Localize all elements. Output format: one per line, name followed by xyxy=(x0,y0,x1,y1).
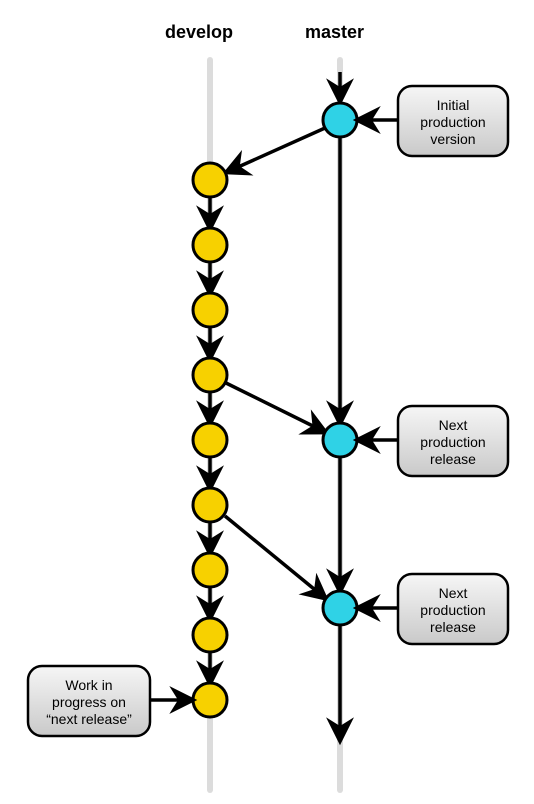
commit-d6 xyxy=(193,553,227,587)
svg-text:Work in: Work in xyxy=(65,677,112,693)
commit-d7 xyxy=(193,618,227,652)
callout-wip: Work in progress on “next release” xyxy=(28,666,192,736)
svg-text:Next: Next xyxy=(439,585,468,601)
callout-next-2: Next production release xyxy=(358,574,508,644)
commit-m1 xyxy=(323,423,357,457)
commit-d2 xyxy=(193,293,227,327)
svg-text:progress on: progress on xyxy=(52,694,126,710)
commit-d0 xyxy=(193,163,227,197)
commit-m0 xyxy=(323,103,357,137)
svg-text:release: release xyxy=(430,451,476,467)
edge-d3-m1 xyxy=(226,383,325,432)
commit-m2 xyxy=(323,591,357,625)
callout-initial: Initial production version xyxy=(358,86,508,156)
svg-text:Initial: Initial xyxy=(437,97,470,113)
commit-d1 xyxy=(193,228,227,262)
svg-text:release: release xyxy=(430,619,476,635)
master-label: master xyxy=(305,22,364,42)
svg-text:Next: Next xyxy=(439,417,468,433)
commit-d5 xyxy=(193,488,227,522)
svg-text:version: version xyxy=(430,131,475,147)
svg-text:production: production xyxy=(420,114,485,130)
commit-d3 xyxy=(193,358,227,392)
develop-label: develop xyxy=(165,22,233,42)
svg-text:“next release”: “next release” xyxy=(46,711,132,727)
commit-d4 xyxy=(193,423,227,457)
gitflow-diagram: develop master Initial production versio… xyxy=(0,0,534,804)
edge-d5-m2 xyxy=(225,516,325,598)
svg-text:production: production xyxy=(420,434,485,450)
callout-next-1: Next production release xyxy=(358,406,508,476)
edge-m0-d0 xyxy=(227,128,325,172)
svg-text:production: production xyxy=(420,602,485,618)
commit-d8 xyxy=(193,683,227,717)
